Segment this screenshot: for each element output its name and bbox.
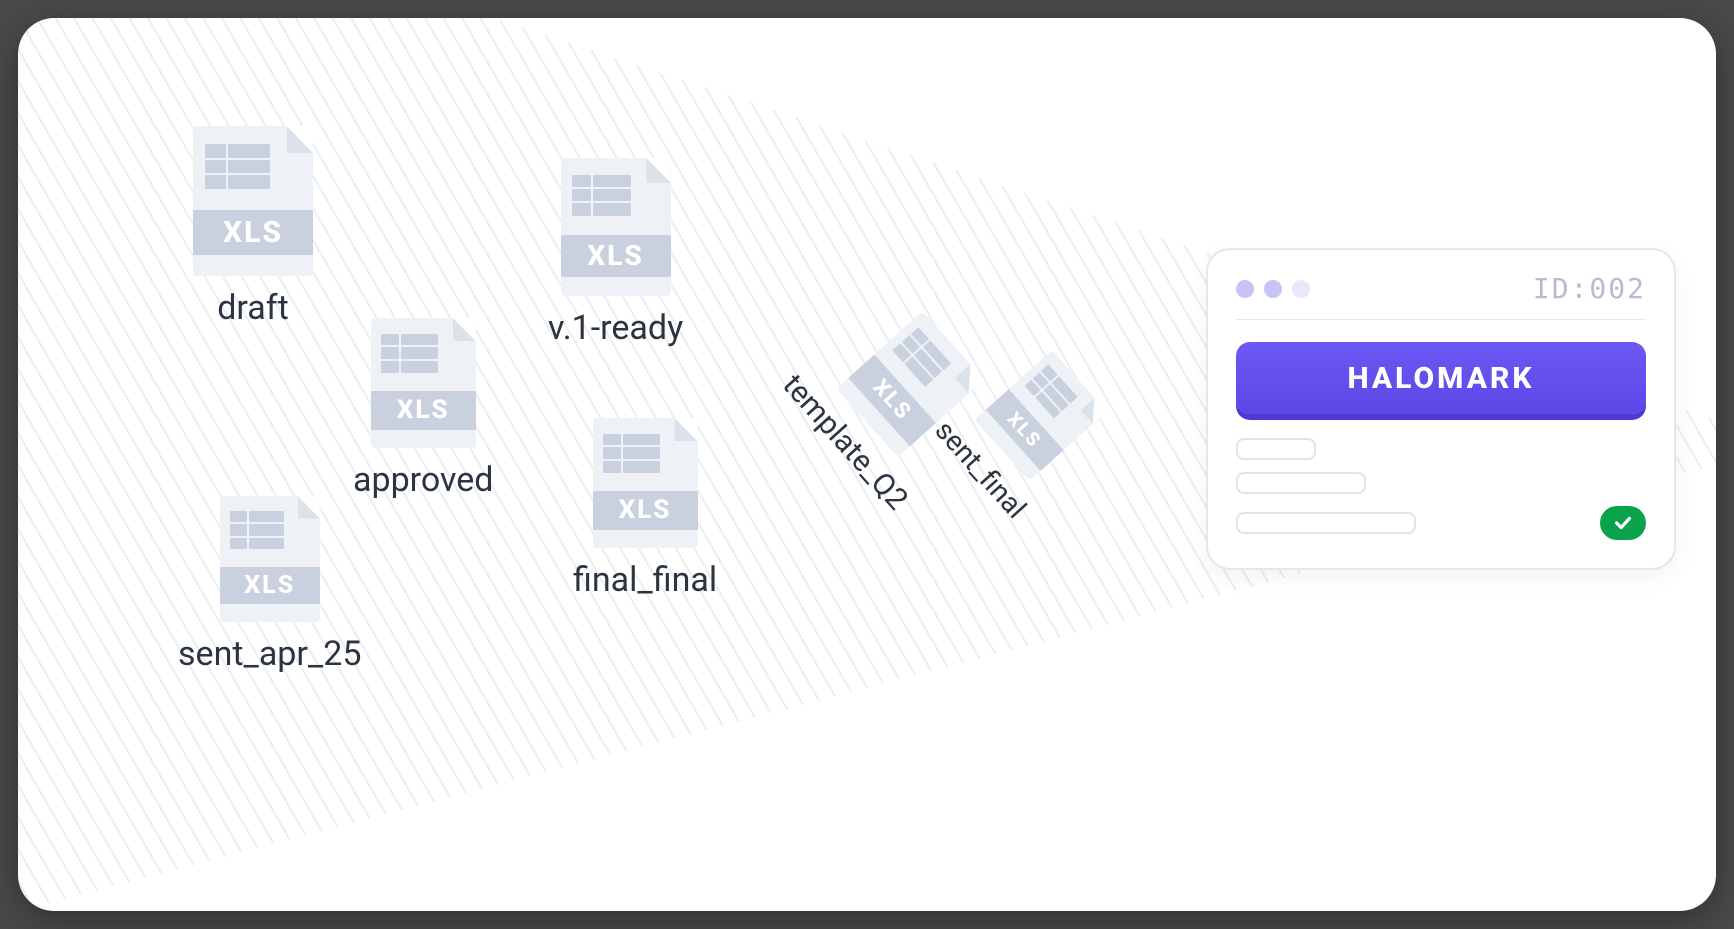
field-placeholder <box>1236 512 1416 534</box>
file-draft: XLS draft <box>193 126 313 328</box>
record-panel: ID:002 HALOMARK <box>1206 248 1676 570</box>
file-label: approved <box>353 460 493 500</box>
halomark-button-label: HALOMARK <box>1347 361 1534 396</box>
xls-file-icon: XLS <box>593 418 698 548</box>
file-type-badge: XLS <box>220 567 320 605</box>
file-label: v.1-ready <box>548 308 683 348</box>
file-type-badge: XLS <box>193 210 313 255</box>
check-icon <box>1612 512 1634 534</box>
file-label: final_final <box>573 560 717 600</box>
halomark-button[interactable]: HALOMARK <box>1236 342 1646 414</box>
window-dots <box>1236 280 1310 298</box>
illustration-card: XLS draft XLS v.1-ready XLS approved XLS… <box>18 18 1716 911</box>
dot-icon <box>1264 280 1282 298</box>
file-type-badge: XLS <box>371 391 476 430</box>
dot-icon <box>1292 280 1310 298</box>
file-final-final: XLS final_final <box>573 418 717 600</box>
file-v1-ready: XLS v.1-ready <box>548 158 683 348</box>
file-label: sent_apr_25 <box>178 634 361 674</box>
verified-badge <box>1600 506 1646 540</box>
panel-header: ID:002 <box>1236 272 1646 320</box>
xls-file-icon: XLS <box>193 126 313 276</box>
file-type-badge: XLS <box>561 235 671 276</box>
xls-file-icon: XLS <box>220 496 320 622</box>
dot-icon <box>1236 280 1254 298</box>
record-id: ID:002 <box>1533 272 1646 305</box>
xls-file-icon: XLS <box>561 158 671 296</box>
file-type-badge: XLS <box>593 491 698 530</box>
field-placeholder <box>1236 472 1366 494</box>
field-placeholder <box>1236 438 1316 460</box>
field-placeholders <box>1236 438 1646 540</box>
file-approved: XLS approved <box>353 318 493 500</box>
file-sent-apr-25: XLS sent_apr_25 <box>178 496 361 674</box>
xls-file-icon: XLS <box>371 318 476 448</box>
file-label: draft <box>217 288 288 328</box>
